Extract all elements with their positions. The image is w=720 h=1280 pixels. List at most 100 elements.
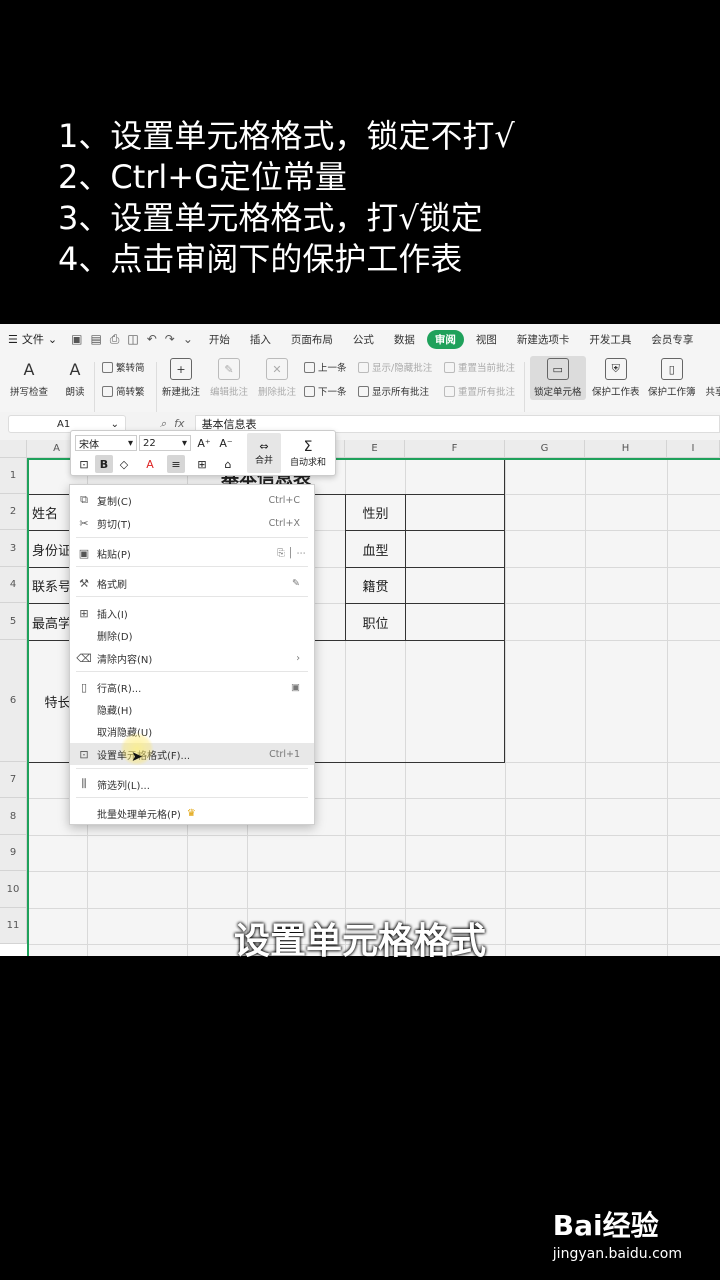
font-value: 宋体 (79, 439, 99, 451)
font-color-icon[interactable]: A (141, 455, 159, 473)
bold-icon[interactable]: B (95, 455, 113, 473)
row-header-8[interactable]: 8 (0, 798, 27, 835)
menu-item-format-cells[interactable]: ⊡ 设置单元格格式(F)... Ctrl+1 (70, 743, 314, 765)
new-comment-icon: + (170, 358, 192, 380)
label-position[interactable]: 职位 (345, 603, 406, 641)
blood-type-value-cell[interactable] (405, 530, 505, 568)
row-header-10[interactable]: 10 (0, 871, 27, 908)
column-header-g[interactable]: G (505, 440, 585, 458)
position-value-cell[interactable] (405, 603, 505, 641)
show-hide-icon (358, 361, 369, 373)
increase-font-icon[interactable]: A⁺ (195, 434, 213, 452)
border-icon[interactable]: ⊞ (193, 455, 211, 473)
column-header-f[interactable]: F (405, 440, 505, 458)
read-aloud-button[interactable]: A 朗读 (64, 358, 86, 399)
filter-columns-icon: ⫼ (81, 777, 87, 790)
row-height-icon: ▯ (80, 680, 88, 694)
clear-format-icon[interactable]: ⌂ (219, 455, 237, 473)
file-menu[interactable]: ☰ 文件 ⌄ (0, 331, 65, 347)
row-header-9[interactable]: 9 (0, 835, 27, 871)
reset-current-comment-button[interactable]: 重置当前批注 (444, 360, 515, 374)
save-icon[interactable]: ▣ (71, 332, 82, 347)
tab-new-tab[interactable]: 新建选项卡 (509, 330, 578, 349)
trad-to-simp-button[interactable]: 繁转简 (102, 360, 145, 374)
undo-icon[interactable]: ↶ (147, 332, 157, 347)
zoom-icon[interactable]: ⌕ (160, 417, 166, 431)
label-blood-type[interactable]: 血型 (345, 530, 406, 568)
simp-to-trad-button[interactable]: 简转繁 (102, 384, 145, 398)
menu-item-copy[interactable]: ⧉ 复制(C) Ctrl+C (70, 489, 314, 511)
menu-item-unhide[interactable]: 取消隐藏(U) (70, 720, 314, 742)
print-preview-icon[interactable]: ◫ (127, 332, 138, 347)
native-place-value-cell[interactable] (405, 567, 505, 604)
menu-item-delete[interactable]: 删除(D) (70, 624, 314, 646)
format-cells-icon[interactable]: ⊡ (75, 455, 93, 473)
menu-item-paste[interactable]: ▣ 粘贴(P) ⎘ │ ⋯ (70, 542, 314, 564)
new-comment-button[interactable]: + 新建批注 (162, 358, 200, 398)
paste-options-icon[interactable]: ⎘ │ ⋯ (277, 548, 306, 559)
label-gender[interactable]: 性别 (345, 494, 406, 531)
column-header-i[interactable]: I (667, 440, 720, 458)
font-select[interactable]: 宋体 ▾ (75, 435, 137, 451)
tab-review[interactable]: 审阅 (426, 329, 464, 349)
gender-value-cell[interactable] (405, 494, 505, 531)
step-2: 2、Ctrl+G定位常量 (58, 158, 347, 196)
column-header-e[interactable]: E (345, 440, 405, 458)
menu-item-row-height[interactable]: ▯ 行高(R)... ▣ (70, 676, 314, 698)
mouse-pointer-icon: ➤ (131, 749, 143, 765)
share-icon (704, 358, 720, 380)
redo-icon[interactable]: ↷ (165, 332, 175, 347)
menu-item-clear-contents[interactable]: ⌫ 清除内容(N) › (70, 647, 314, 669)
reset-all-comments-button[interactable]: 重置所有批注 (444, 384, 515, 398)
tab-home[interactable]: 开始 (201, 330, 238, 349)
label-native-place[interactable]: 籍贯 (345, 567, 406, 604)
row-header-6[interactable]: 6 (0, 640, 27, 762)
tab-view[interactable]: 视图 (468, 330, 505, 349)
hamburger-icon: ☰ (8, 332, 18, 346)
row-header-2[interactable]: 2 (0, 494, 27, 530)
tab-page-layout[interactable]: 页面布局 (283, 330, 341, 349)
row-header-4[interactable]: 4 (0, 567, 27, 603)
spellcheck-button[interactable]: A 拼写检查 (10, 358, 48, 399)
tab-insert[interactable]: 插入 (242, 330, 279, 349)
row-header-7[interactable]: 7 (0, 762, 27, 798)
menu-item-hide[interactable]: 隐藏(H) (70, 698, 314, 720)
row-header-1[interactable]: 1 (0, 458, 27, 494)
next-comment-button[interactable]: 下一条 (304, 384, 347, 398)
edit-comment-button[interactable]: ✎ 编辑批注 (210, 358, 248, 398)
prev-comment-button[interactable]: 上一条 (304, 360, 347, 374)
batch-process-label: 批量处理单元格(P) (97, 809, 181, 821)
fill-color-icon[interactable]: ◇ (115, 455, 133, 473)
menu-item-filter-columns[interactable]: ⫼ 筛选列(L)... (70, 773, 314, 795)
fx-icon[interactable]: fx (174, 417, 184, 431)
column-header-h[interactable]: H (585, 440, 667, 458)
row-header-3[interactable]: 3 (0, 530, 27, 567)
customize-icon[interactable]: ⌄ (183, 332, 193, 347)
tab-developer[interactable]: 开发工具 (581, 330, 639, 349)
context-menu: ⧉ 复制(C) Ctrl+C ✂ 剪切(T) Ctrl+X ▣ 粘贴(P) ⎘ … (69, 484, 315, 825)
tab-member[interactable]: 会员专享 (643, 330, 701, 349)
tab-formulas[interactable]: 公式 (345, 330, 382, 349)
autosum-button[interactable]: Σ 自动求和 (283, 433, 333, 473)
row-header-5[interactable]: 5 (0, 603, 27, 640)
show-hide-comment-button[interactable]: 显示/隐藏批注 (358, 360, 432, 374)
menu-item-format-painter[interactable]: ⚒ 格式刷 ✎ (70, 572, 314, 594)
protect-sheet-button[interactable]: ⛨ 保护工作表 (592, 358, 640, 398)
align-center-icon[interactable]: ≡ (167, 455, 185, 473)
decrease-font-icon[interactable]: A⁻ (217, 434, 235, 452)
menu-item-batch-process[interactable]: 批量处理单元格(P) ♛ (70, 802, 314, 824)
protect-book-button[interactable]: ▯ 保护工作簿 (648, 358, 696, 398)
menu-item-insert[interactable]: ⊞ 插入(I) (70, 602, 314, 624)
formula-tools: ⌕ fx (160, 417, 185, 431)
menu-item-cut[interactable]: ✂ 剪切(T) Ctrl+X (70, 512, 314, 534)
print-icon[interactable]: ⎙ (110, 332, 120, 347)
font-size-select[interactable]: 22 ▾ (139, 435, 191, 451)
tab-data[interactable]: 数据 (386, 330, 423, 349)
export-pdf-icon[interactable]: ▤ (90, 332, 101, 347)
delete-comment-button[interactable]: ✕ 删除批注 (258, 358, 296, 398)
select-all-corner[interactable] (0, 440, 27, 458)
show-all-comments-button[interactable]: 显示所有批注 (358, 384, 429, 398)
merge-button[interactable]: ⇔ 合并 (247, 433, 281, 473)
share-button[interactable]: 共享 (704, 358, 720, 398)
lock-cell-button[interactable]: ▭ 锁定单元格 (530, 356, 586, 400)
